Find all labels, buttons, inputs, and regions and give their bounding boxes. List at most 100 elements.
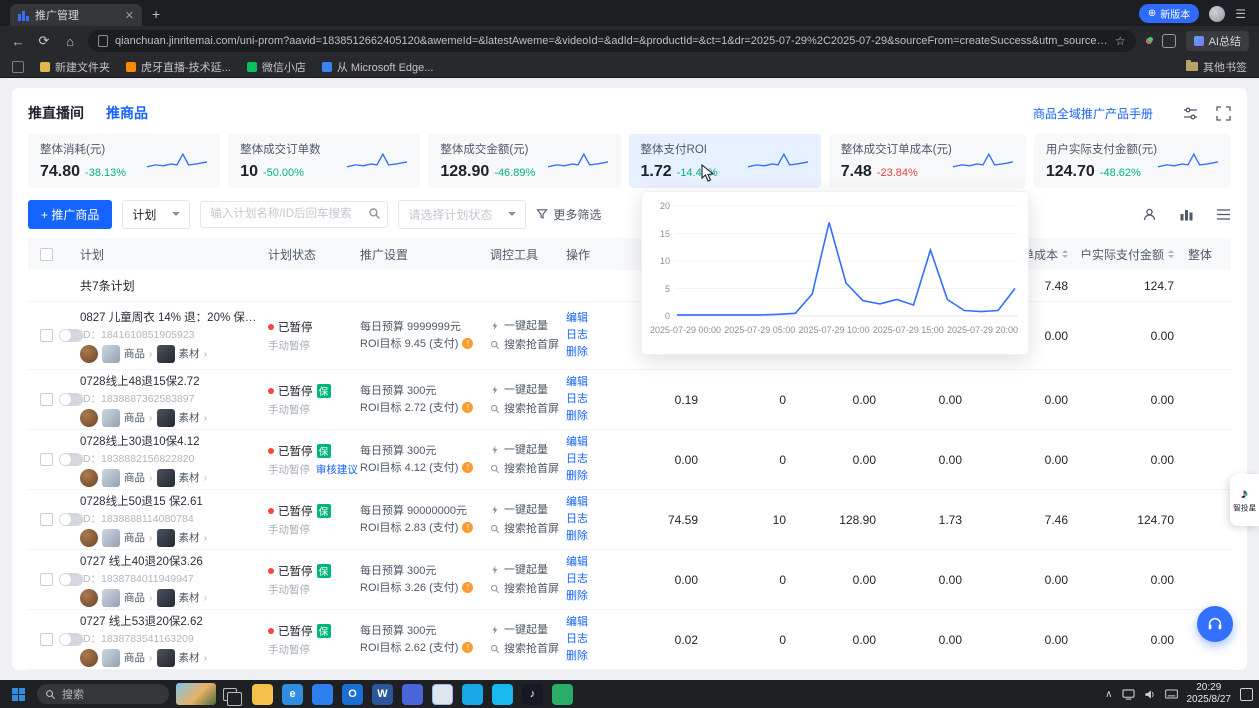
log-link[interactable]: 日志 [566, 571, 626, 588]
bookmark-item[interactable]: 虎牙直播-技术延... [126, 59, 231, 75]
custom-columns-icon[interactable] [1216, 207, 1231, 222]
roi-info-icon[interactable]: ! [462, 642, 473, 653]
log-link[interactable]: 日志 [566, 631, 626, 648]
one-key-boost-link[interactable]: 一键起量 [504, 317, 548, 336]
row-checkbox[interactable] [40, 393, 53, 406]
row-checkbox[interactable] [40, 573, 53, 586]
delete-link[interactable]: 删除 [566, 588, 626, 605]
product-link[interactable]: 商品 [124, 410, 145, 425]
roi-info-icon[interactable]: ! [462, 402, 473, 413]
task-view-icon[interactable] [223, 688, 237, 701]
stat-card[interactable]: 整体成交金额(元) 128.90-46.89% [428, 134, 620, 188]
material-link[interactable]: 素材 [179, 650, 200, 665]
plan-name[interactable]: 0727 线上53退20保2.62 [80, 613, 262, 629]
taskbar-search[interactable]: 搜索 [37, 684, 169, 704]
delete-link[interactable]: 删除 [566, 528, 626, 545]
bookmark-star-icon[interactable]: ☆ [1115, 34, 1126, 48]
row-checkbox[interactable] [40, 453, 53, 466]
one-key-boost-link[interactable]: 一键起量 [504, 621, 548, 640]
extensions-icon[interactable] [1146, 38, 1152, 44]
more-filters-button[interactable]: 更多筛选 [536, 206, 601, 223]
edit-link[interactable]: 编辑 [566, 434, 626, 451]
edit-link[interactable]: 编辑 [566, 374, 626, 391]
taskbar-app-icon[interactable] [402, 684, 423, 705]
material-link[interactable]: 素材 [179, 530, 200, 545]
roi-info-icon[interactable]: ! [462, 522, 473, 533]
log-link[interactable]: 日志 [566, 391, 626, 408]
row-checkbox[interactable] [40, 513, 53, 526]
taskbar-app-icon[interactable]: W [372, 684, 393, 705]
customer-service-button[interactable] [1197, 606, 1233, 642]
taskbar-app-icon[interactable] [462, 684, 483, 705]
delete-link[interactable]: 删除 [566, 468, 626, 485]
column-header[interactable]: 操作 [566, 246, 626, 263]
bookmarks-apps-icon[interactable] [12, 61, 24, 73]
assistant-widget[interactable]: ♪ 智投星 [1230, 474, 1259, 526]
taskbar-app-icon[interactable] [432, 684, 453, 705]
page-tab[interactable]: 推商品 [106, 103, 148, 123]
browser-tab[interactable]: 推广管理 ✕ [10, 4, 142, 26]
search-top-screen-link[interactable]: 搜索抢首屏 [504, 580, 559, 599]
select-all-checkbox[interactable] [40, 248, 53, 261]
material-link[interactable]: 素材 [179, 410, 200, 425]
promote-product-button[interactable]: + 推广商品 [28, 200, 112, 229]
row-checkbox[interactable] [40, 633, 53, 646]
refresh-icon[interactable]: ⟳ [36, 33, 52, 49]
column-header[interactable]: 推广设置 [360, 246, 490, 263]
plan-type-select[interactable]: 计划 [122, 200, 190, 229]
taskbar-clock[interactable]: 20:29 2025/8/27 [1187, 682, 1232, 707]
plan-name[interactable]: 0728线上48退15保2.72 [80, 373, 262, 389]
search-top-screen-link[interactable]: 搜索抢首屏 [504, 640, 559, 659]
page-tab[interactable]: 推直播间 [28, 103, 84, 123]
taskbar-app-icon[interactable] [252, 684, 273, 705]
edit-link[interactable]: 编辑 [566, 494, 626, 511]
plan-name[interactable]: 0728线上30退10保4.12 [80, 433, 262, 449]
review-suggestion-link[interactable]: 审核建议 [316, 464, 358, 476]
start-button[interactable] [6, 683, 30, 705]
row-checkbox[interactable] [40, 329, 53, 342]
log-link[interactable]: 日志 [566, 451, 626, 468]
sort-icon[interactable] [1168, 250, 1174, 258]
one-key-boost-link[interactable]: 一键起量 [504, 381, 548, 400]
metrics-column-icon[interactable] [1179, 207, 1194, 222]
plan-name[interactable]: 0728线上50退15 保2.61 [80, 493, 262, 509]
browser-profile-avatar[interactable] [1209, 6, 1225, 22]
tab-close-icon[interactable]: ✕ [125, 9, 134, 22]
new-version-button[interactable]: ⊕新版本 [1139, 4, 1199, 23]
edit-link[interactable]: 编辑 [566, 310, 626, 327]
tray-expand-icon[interactable]: ∧ [1105, 689, 1112, 700]
back-icon[interactable]: ← [10, 34, 26, 49]
one-key-boost-link[interactable]: 一键起量 [504, 501, 548, 520]
taskbar-app-icon[interactable]: e [282, 684, 303, 705]
volume-icon[interactable] [1144, 689, 1156, 700]
stat-card[interactable]: 用户实际支付金额(元) 124.70-48.62% [1034, 134, 1231, 188]
roi-info-icon[interactable]: ! [462, 462, 473, 473]
delete-link[interactable]: 删除 [566, 344, 626, 361]
one-key-boost-link[interactable]: 一键起量 [504, 561, 548, 580]
split-screen-icon[interactable] [1162, 34, 1176, 48]
taskbar-app-icon[interactable] [492, 684, 513, 705]
page-info-icon[interactable] [98, 35, 108, 47]
ai-summary-button[interactable]: AI总结 [1186, 31, 1249, 51]
browser-menu-icon[interactable]: ☰ [1235, 7, 1247, 21]
plan-toggle[interactable] [59, 633, 83, 646]
widgets-thumbnail[interactable] [176, 683, 216, 705]
bookmark-item[interactable]: 新建文件夹 [40, 59, 110, 75]
stat-card[interactable]: 整体支付ROI 1.72-14.43% [629, 134, 821, 188]
bookmark-item[interactable]: 微信小店 [247, 59, 306, 75]
product-link[interactable]: 商品 [124, 590, 145, 605]
stat-card[interactable]: 整体成交订单成本(元) 7.48-23.84% [829, 134, 1026, 188]
taskbar-app-icon[interactable]: O [342, 684, 363, 705]
material-link[interactable]: 素材 [179, 346, 200, 361]
material-link[interactable]: 素材 [179, 470, 200, 485]
sort-icon[interactable] [1062, 250, 1068, 258]
taskbar-app-icon[interactable] [312, 684, 333, 705]
column-header[interactable]: 调控工具 [490, 246, 566, 263]
promotion-manual-link[interactable]: 商品全域推广产品手册 [1033, 105, 1153, 122]
other-bookmarks[interactable]: 其他书签 [1186, 59, 1247, 75]
plan-name[interactable]: 0727 线上40退20保3.26 [80, 553, 262, 569]
search-icon[interactable] [368, 207, 381, 220]
account-switch-icon[interactable] [1142, 207, 1157, 222]
delete-link[interactable]: 删除 [566, 408, 626, 425]
plan-toggle[interactable] [59, 453, 83, 466]
